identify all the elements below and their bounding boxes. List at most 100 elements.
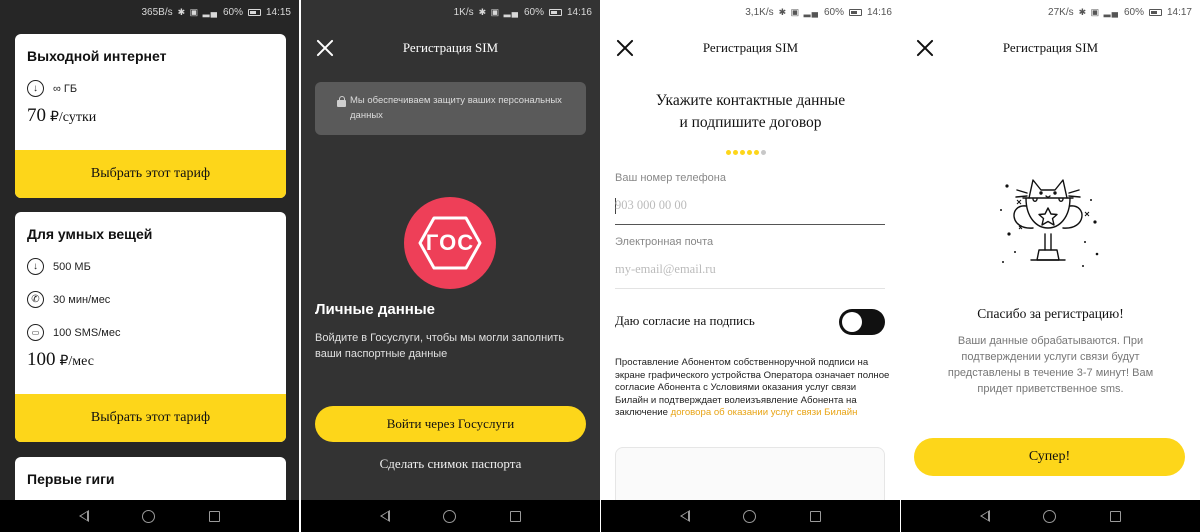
success-description: Ваши данные обрабатываются. При подтверж… <box>947 335 1154 395</box>
cat-trophy-illustration <box>1000 179 1099 267</box>
select-tariff-button[interactable]: Выбрать этот тариф <box>15 150 286 198</box>
contract-link[interactable]: договора об оказании услуг связи Билайн <box>671 407 858 418</box>
tariff-title: Для умных вещей <box>27 226 153 242</box>
battery-icon <box>247 8 261 16</box>
feature-text: ∞ ГБ <box>53 82 78 95</box>
gosuslugi-screen: 1K/s ✱ ▣ ▂▄ 60% 14:16 Регистрация SIM Мы… <box>301 0 600 532</box>
android-nav-bar <box>301 500 600 532</box>
tariff-price: 100 ₽/мес <box>15 349 286 383</box>
clock: 14:16 <box>866 6 892 18</box>
gosuslugi-logo: ГОС <box>404 197 496 289</box>
back-icon[interactable] <box>679 510 690 522</box>
close-icon[interactable] <box>615 38 635 58</box>
recent-apps-icon[interactable] <box>510 510 522 522</box>
battery-icon <box>548 8 562 16</box>
page-title: Регистрация SIM <box>402 40 499 55</box>
battery-icon <box>848 8 862 16</box>
recent-apps-icon[interactable] <box>209 510 221 522</box>
progress-indicator <box>726 150 766 155</box>
recent-apps-icon[interactable] <box>1110 510 1122 522</box>
section-description: Войдите в Госуслуги, чтобы мы могли запо… <box>315 332 565 360</box>
super-button[interactable]: Супер! <box>914 438 1185 476</box>
header: Регистрация SIM <box>301 24 600 72</box>
clock: 14:17 <box>1166 6 1192 18</box>
tariff-title: Первые гиги <box>27 471 115 487</box>
tariff-feature: ▭ 100 SMS/мес <box>15 316 286 349</box>
phone-input-underline <box>615 224 885 225</box>
status-bar: 3,1K/s ✱ ▣ ▂▄ 60% 14:16 <box>601 0 900 24</box>
legal-text: Проставление Абонентом собственноручной … <box>615 357 890 420</box>
phone-label: Ваш номер телефона <box>615 172 726 184</box>
recent-apps-icon[interactable] <box>810 510 822 522</box>
tariff-feature: ✆ 30 мин/мес <box>15 283 286 316</box>
notice-text: Мы обеспечиваем защиту ваших персональны… <box>350 95 562 121</box>
network-speed: 27K/s <box>1048 6 1074 18</box>
close-icon[interactable] <box>315 38 335 58</box>
feature-text: 500 МБ <box>53 260 91 273</box>
battery-level: 60% <box>222 6 243 18</box>
android-nav-bar <box>601 500 900 532</box>
home-icon[interactable] <box>743 509 757 523</box>
page-title: Регистрация SIM <box>702 40 799 55</box>
tariffs-screen: 365B/s ✱ ▣ ▂▄ 60% 14:15 Выходной интерне… <box>0 0 299 532</box>
lock-icon <box>337 96 346 107</box>
battery-level: 60% <box>523 6 544 18</box>
tariff-card: Для умных вещей ↓ 500 МБ ✆ 30 мин/мес ▭ … <box>15 212 286 442</box>
home-icon[interactable] <box>443 509 457 523</box>
email-input[interactable]: my-email@email.ru <box>615 262 716 277</box>
progress-dot-complete <box>747 150 752 155</box>
download-icon: ↓ <box>27 80 44 97</box>
price-unit: ₽/сутки <box>50 110 97 125</box>
feature-text: 100 SMS/мес <box>53 326 121 339</box>
back-icon[interactable] <box>979 510 990 522</box>
success-title: Спасибо за регистрацию! <box>977 306 1124 321</box>
android-nav-bar <box>0 500 299 532</box>
email-input-underline <box>615 288 885 289</box>
status-bar: 1K/s ✱ ▣ ▂▄ 60% 14:16 <box>301 0 600 24</box>
tariff-card: Выходной интернет ↓ ∞ ГБ 70 ₽/сутки Выбр… <box>15 34 286 198</box>
android-nav-bar <box>901 500 1200 532</box>
close-icon[interactable] <box>915 38 935 58</box>
network-speed: 1K/s <box>453 6 474 18</box>
page-title: Регистрация SIM <box>1002 40 1099 55</box>
home-icon[interactable] <box>142 509 156 523</box>
select-tariff-button[interactable]: Выбрать этот тариф <box>15 394 286 442</box>
battery-icon <box>1148 8 1162 16</box>
phone-icon: ✆ <box>27 291 44 308</box>
header: Регистрация SIM <box>601 24 900 72</box>
registration-success-screen: 27K/s ✱ ▣ ▂▄ 60% 14:17 Регистрация SIM С… <box>901 0 1200 532</box>
heading-line: Укажите контактные данные <box>655 92 846 109</box>
progress-dot-complete <box>740 150 745 155</box>
toggle-knob <box>842 312 862 332</box>
logo-text: ГОС <box>425 230 475 255</box>
price-unit: ₽/мес <box>59 354 94 369</box>
status-icons: ✱ ▣ ▂▄ <box>478 6 519 17</box>
consent-toggle[interactable] <box>839 309 885 335</box>
battery-level: 60% <box>1123 6 1144 18</box>
network-speed: 365B/s <box>141 6 173 18</box>
status-icons: ✱ ▣ ▂▄ <box>778 6 819 17</box>
tariff-feature: ↓ 500 МБ <box>15 250 286 283</box>
progress-dot-pending <box>761 150 766 155</box>
price-value: 70 <box>27 105 46 126</box>
clock: 14:15 <box>265 6 291 18</box>
passport-photo-link[interactable]: Сделать снимок паспорта <box>301 456 600 472</box>
back-icon[interactable] <box>379 510 390 522</box>
email-label: Электронная почта <box>615 236 714 248</box>
tariff-price: 70 ₽/сутки <box>15 105 286 139</box>
progress-dot-complete <box>726 150 731 155</box>
tariff-title: Выходной интернет <box>27 48 167 64</box>
consent-label: Даю согласие на подпись <box>615 313 755 328</box>
status-icons: ✱ ▣ ▂▄ <box>1078 6 1119 17</box>
phone-input[interactable]: 903 000 00 00 <box>615 198 687 213</box>
feature-text: 30 мин/мес <box>53 293 111 306</box>
price-value: 100 <box>27 349 56 370</box>
home-icon[interactable] <box>1043 509 1057 523</box>
back-icon[interactable] <box>78 510 89 522</box>
download-icon: ↓ <box>27 258 44 275</box>
gosuslugi-login-button[interactable]: Войти через Госуслуги <box>315 406 586 442</box>
section-title: Личные данные <box>315 301 435 318</box>
network-speed: 3,1K/s <box>745 6 774 18</box>
battery-level: 60% <box>823 6 844 18</box>
progress-dot-complete <box>733 150 738 155</box>
